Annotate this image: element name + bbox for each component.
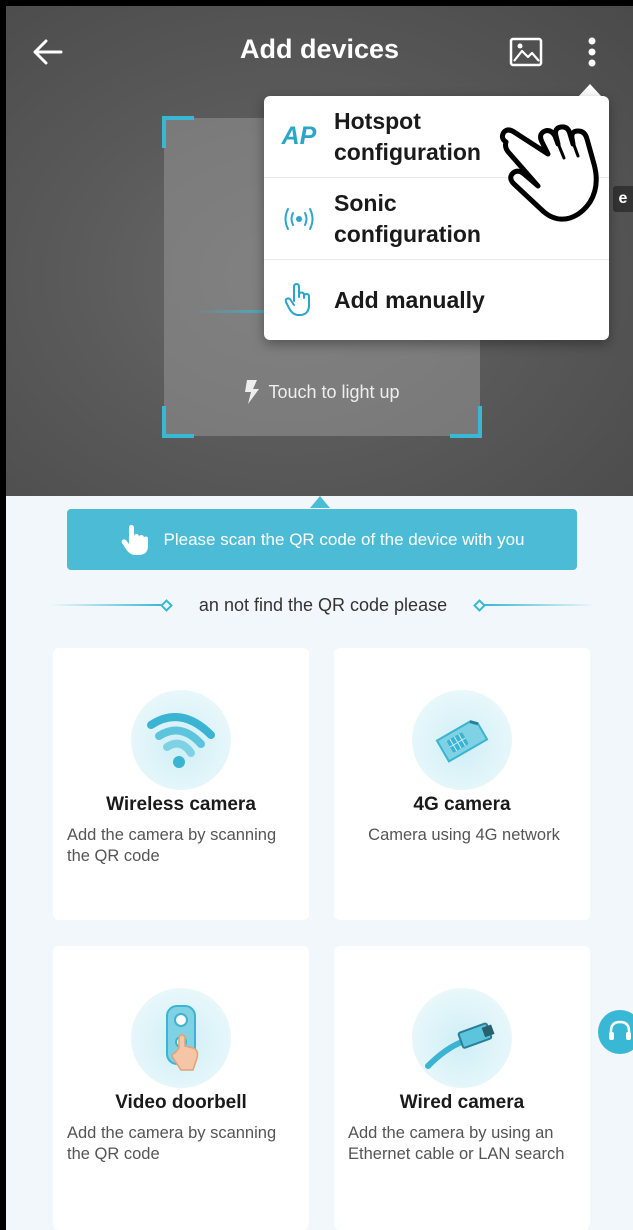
card-title: Wired camera	[399, 1092, 525, 1113]
scan-instruction-banner: Please scan the QR code of the device wi…	[67, 509, 577, 570]
scan-corner	[162, 406, 194, 438]
menu-item-label: Add manually	[334, 286, 485, 313]
card-description: Add the camera by using an Ethernet cabl…	[348, 1124, 565, 1163]
sim-card-icon	[412, 690, 512, 790]
more-vertical-icon	[588, 37, 596, 67]
card-4g-camera[interactable]: 4G camera Camera using 4G network	[334, 648, 590, 920]
device-frame: Touch to light up e Add devices AP Hotsp…	[0, 0, 633, 1230]
flashlight-label: Touch to light up	[268, 381, 400, 402]
wifi-icon	[131, 690, 231, 790]
gallery-button[interactable]	[506, 32, 546, 72]
top-bar: Add devices	[6, 6, 633, 98]
divider-text: an not find the QR code please	[198, 594, 448, 615]
card-wireless-camera[interactable]: Wireless camera Add the camera by scanni…	[53, 648, 309, 920]
camera-preview: Touch to light up e Add devices AP Hotsp…	[6, 6, 633, 496]
card-description: Camera using 4G network	[368, 826, 560, 844]
divider-line	[484, 604, 597, 606]
headset-icon	[609, 1020, 631, 1040]
scan-corner	[450, 406, 482, 438]
more-options-button[interactable]	[574, 32, 610, 72]
banner-text: Please scan the QR code of the device wi…	[163, 529, 525, 549]
pointing-hand-icon	[499, 124, 599, 222]
divider-line	[50, 604, 162, 606]
qr-not-found-divider: an not find the QR code please	[50, 590, 597, 620]
card-title: Video doorbell	[115, 1092, 247, 1113]
card-title: 4G camera	[413, 794, 511, 815]
doorbell-icon	[131, 988, 231, 1088]
scan-corner	[162, 116, 194, 148]
menu-item-add-manually[interactable]: Add manually	[264, 260, 609, 340]
card-description: Add the camera by scanning the QR code	[67, 826, 277, 865]
image-icon	[509, 37, 543, 67]
ap-icon: AP	[281, 122, 317, 150]
menu-item-label: Hotspot configuration	[334, 107, 481, 165]
flash-icon	[245, 380, 260, 404]
banner-arrow	[310, 496, 330, 508]
card-description: Add the camera by scanning the QR code	[67, 1124, 277, 1163]
card-wired-camera[interactable]: Wired camera Add the camera by using an …	[334, 946, 590, 1230]
hand-pointer-icon	[264, 283, 334, 317]
card-video-doorbell[interactable]: Video doorbell Add the camera by scannin…	[53, 946, 309, 1230]
customer-support-button[interactable]	[598, 1010, 633, 1054]
screen: Touch to light up e Add devices AP Hotsp…	[6, 6, 633, 1230]
flashlight-button[interactable]: Touch to light up	[164, 380, 480, 404]
card-title: Wireless camera	[106, 794, 256, 815]
ethernet-cable-icon	[412, 988, 512, 1088]
menu-item-label: Sonic configuration	[334, 189, 481, 247]
sonic-wave-icon	[264, 205, 334, 233]
tap-hand-icon	[121, 524, 148, 555]
